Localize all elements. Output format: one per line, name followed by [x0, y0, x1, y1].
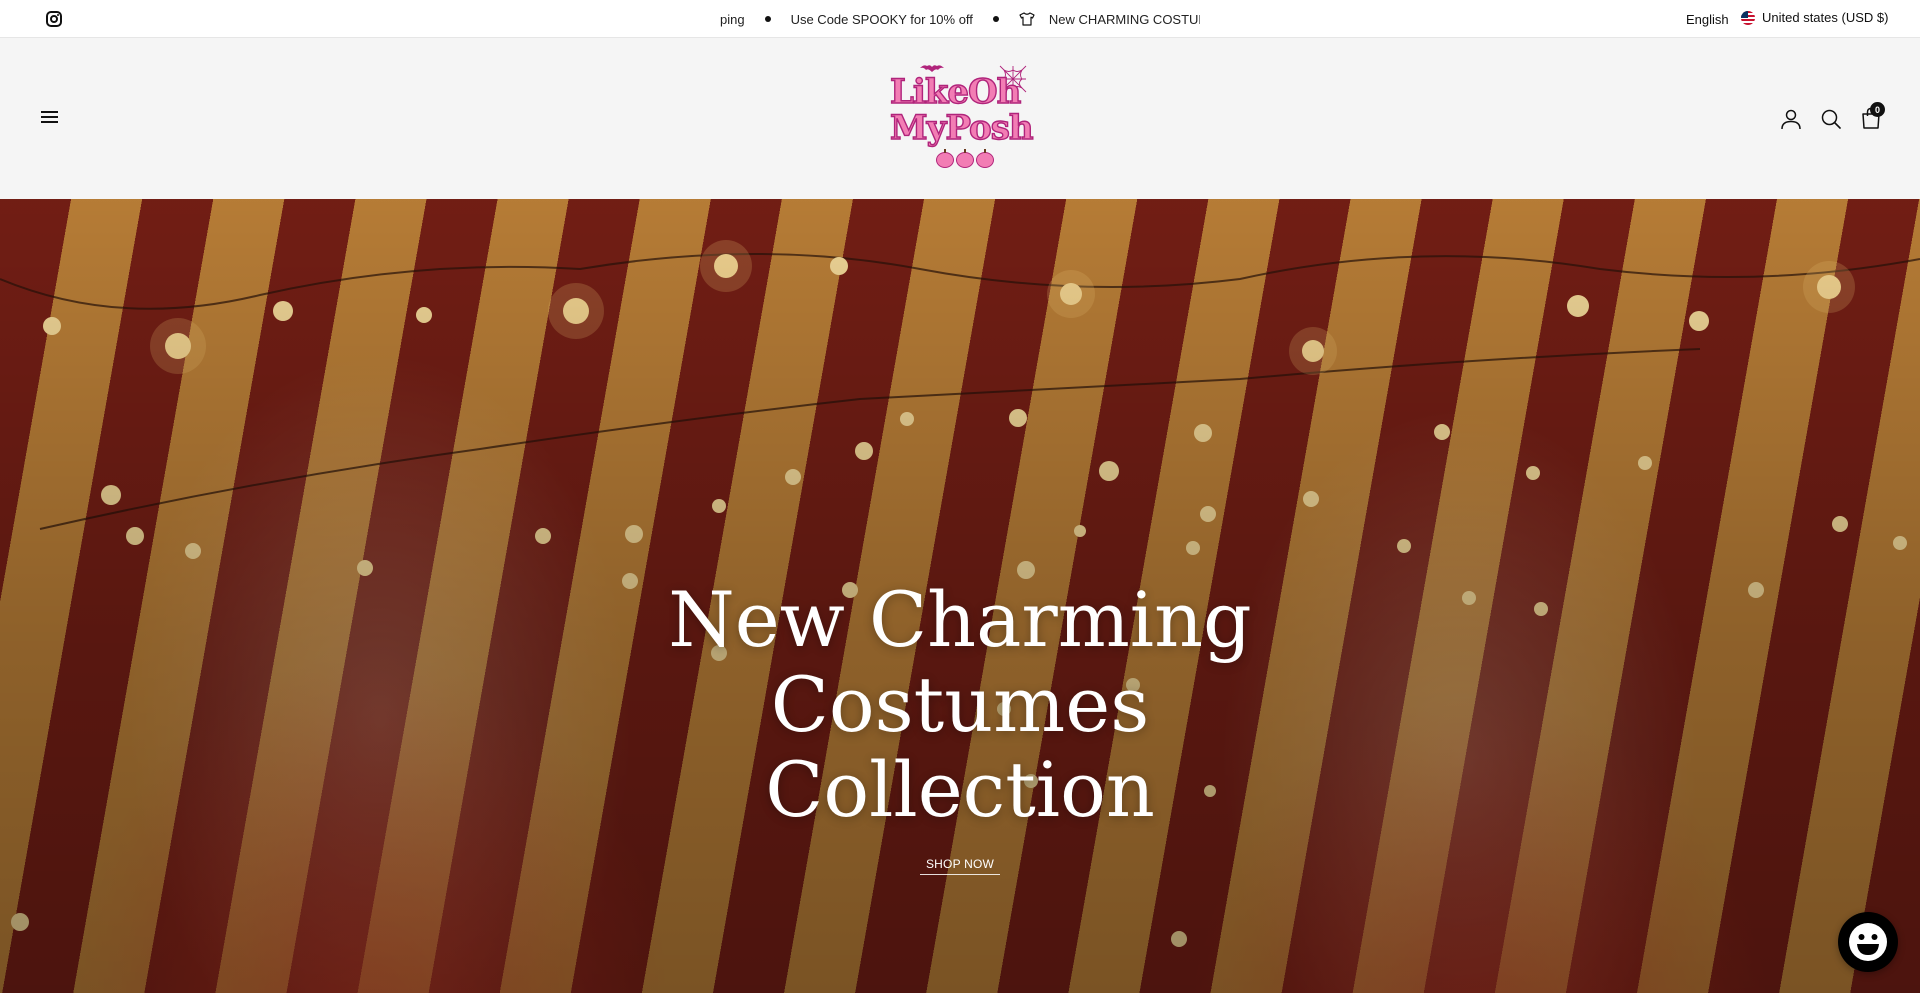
- pumpkin-icon: [956, 149, 974, 168]
- hero-title-line: Collection: [765, 745, 1155, 834]
- hero-title-line: New Charming: [668, 575, 1252, 664]
- hero-title: New Charming Costumes Collection: [610, 577, 1310, 832]
- shop-now-link[interactable]: SHOP NOW: [920, 857, 1000, 875]
- announcement-message: Use Code SPOOKY for 10% off: [790, 11, 973, 27]
- language-selector[interactable]: English: [1686, 12, 1729, 27]
- hero-banner: New Charming Costumes Collection SHOP NO…: [0, 199, 1920, 993]
- logo-pumpkins: [936, 149, 994, 168]
- flag-us-icon: [1741, 10, 1755, 25]
- announcement-bar: ping Use Code SPOOKY for 10% off New CHA…: [0, 0, 1920, 38]
- site-header: LikeOh MyPosh 0: [0, 38, 1920, 199]
- search-icon[interactable]: [1821, 109, 1841, 129]
- country-label: United states (USD $): [1762, 10, 1889, 25]
- instagram-icon[interactable]: [46, 11, 62, 27]
- announcement-separator: [992, 16, 999, 22]
- hero-title-line: Costumes: [770, 660, 1150, 749]
- announcement-separator: [764, 16, 771, 22]
- chat-button[interactable]: [1838, 912, 1898, 972]
- shirt-icon: [1019, 12, 1035, 26]
- announcement-message: New CHARMING COSTUMES C: [1048, 11, 1200, 27]
- site-logo[interactable]: LikeOh MyPosh: [880, 62, 1040, 180]
- announcement-marquee: ping Use Code SPOOKY for 10% off New CHA…: [720, 0, 1200, 38]
- logo-text-top: LikeOh: [889, 71, 1022, 112]
- country-selector[interactable]: United states (USD $): [1741, 10, 1888, 25]
- pumpkin-icon: [936, 149, 954, 168]
- chat-icon: [1849, 923, 1887, 961]
- user-icon[interactable]: [1780, 108, 1802, 130]
- menu-icon[interactable]: [41, 111, 58, 125]
- announcement-message: ping: [720, 11, 745, 27]
- announcement-track: ping Use Code SPOOKY for 10% off New CHA…: [720, 0, 1200, 38]
- logo-text-bottom: MyPosh: [889, 107, 1034, 148]
- pumpkin-icon: [976, 149, 994, 168]
- cart-count-badge: 0: [1870, 102, 1885, 117]
